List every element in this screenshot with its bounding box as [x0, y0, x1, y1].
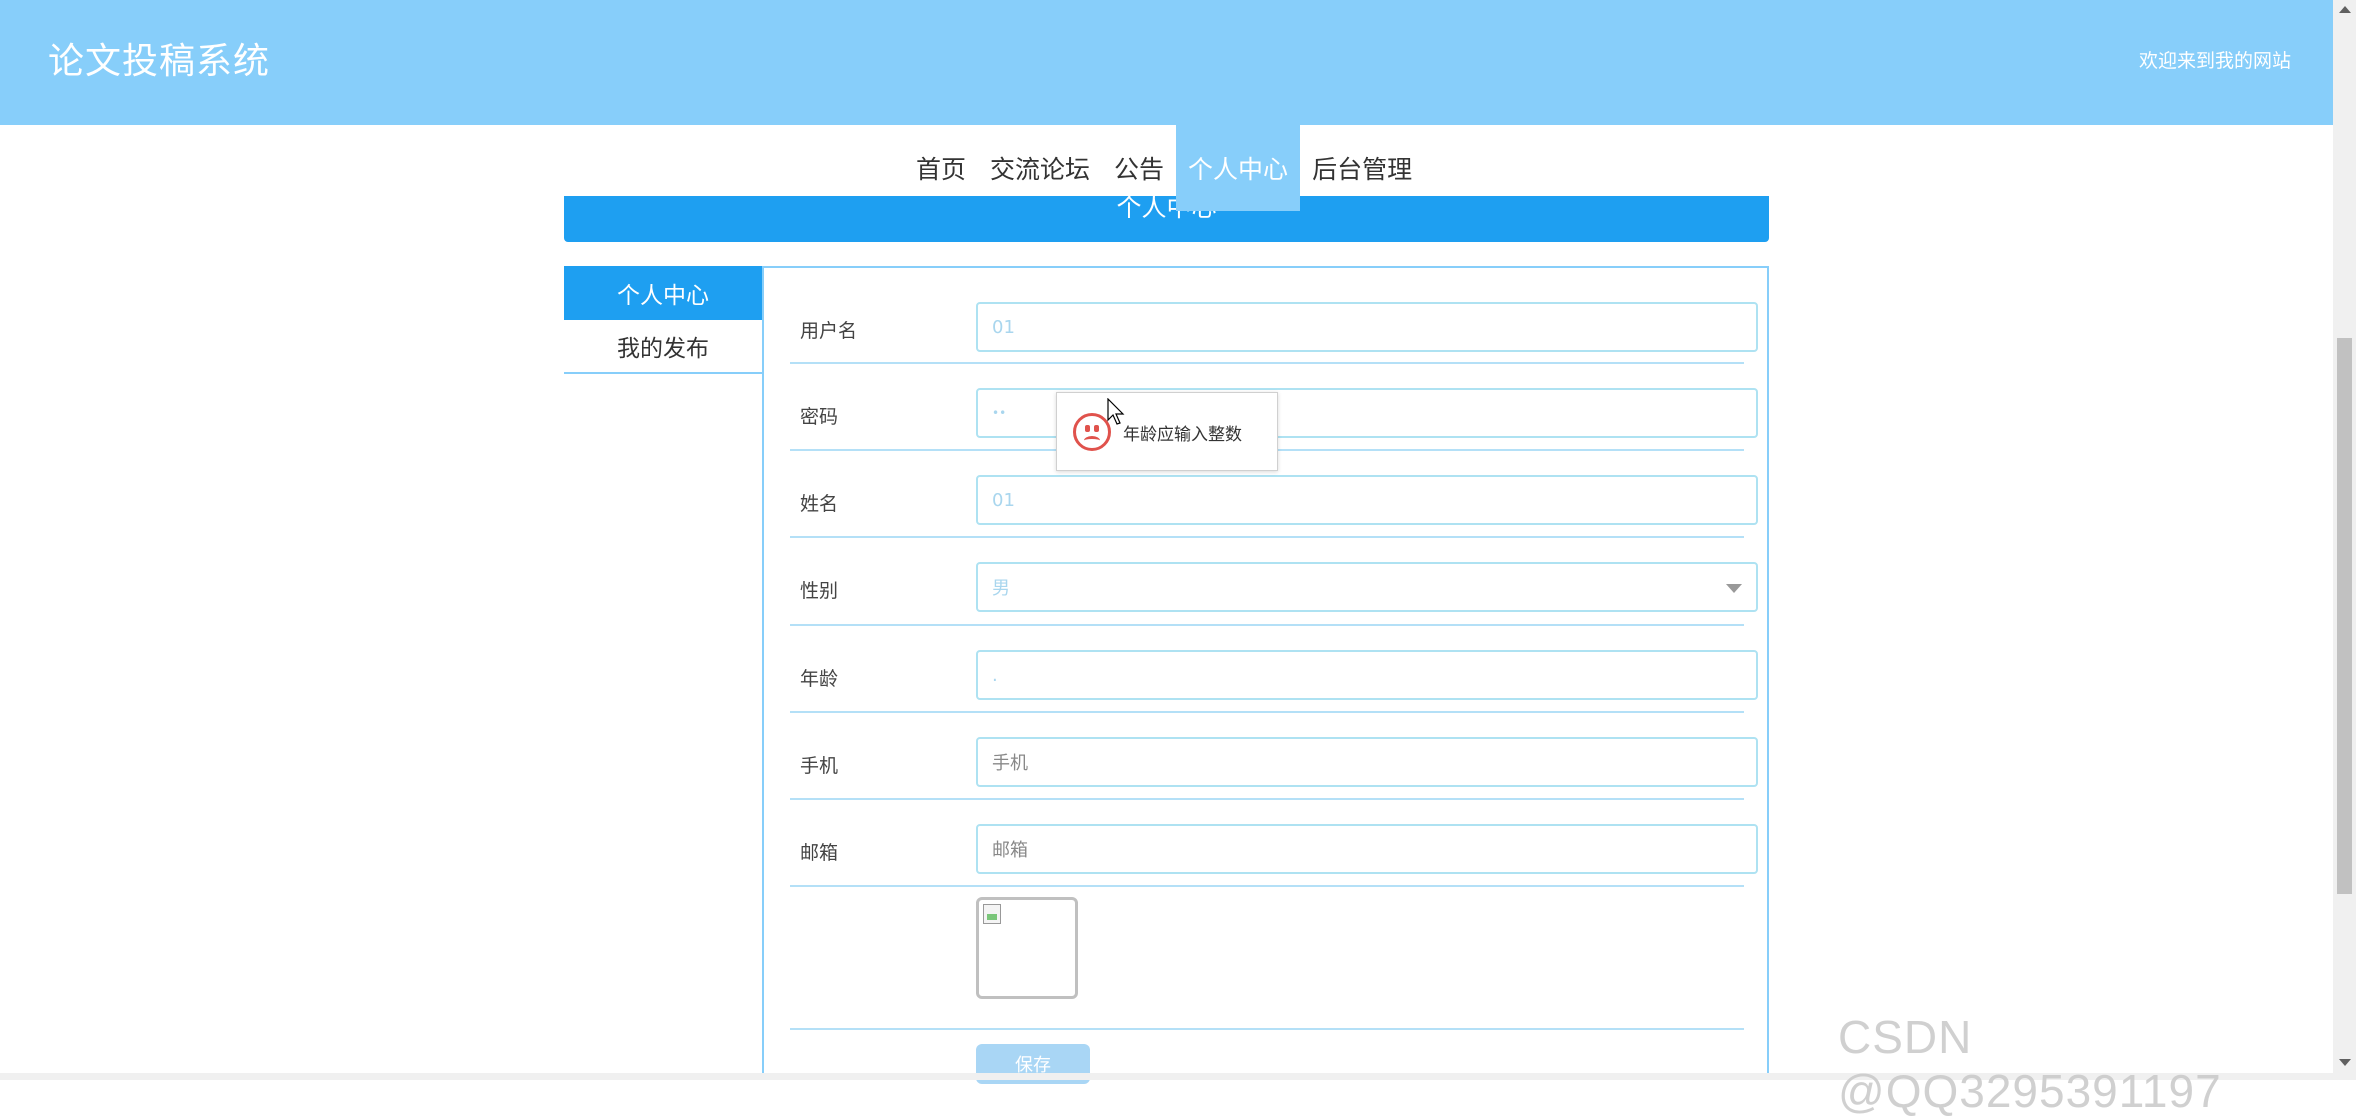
nav-item-home[interactable]: 首页: [904, 125, 978, 211]
age-input[interactable]: .: [976, 650, 1758, 700]
nav-item-notice[interactable]: 公告: [1102, 125, 1176, 211]
scroll-thumb[interactable]: [2337, 338, 2352, 894]
form-row-gender: 性别 男: [790, 538, 1758, 626]
form-row-email: 邮箱 邮箱: [790, 800, 1758, 887]
profile-form-panel: 用户名 01 密码 •• 姓名 01 性别 男 年龄 . 手机 手机 邮箱 邮箱…: [762, 266, 1769, 1084]
email-input[interactable]: 邮箱: [976, 824, 1758, 874]
form-row-age: 年龄 .: [790, 626, 1758, 713]
vertical-scrollbar[interactable]: [2333, 0, 2356, 1080]
toast-message: 年龄应输入整数: [1123, 425, 1242, 445]
watermark: CSDN @QQ3295391197: [1838, 1011, 2222, 1117]
name-label: 姓名: [800, 493, 839, 515]
scroll-up-icon[interactable]: [2339, 6, 2351, 13]
site-title: 论文投稿系统: [48, 41, 271, 82]
gender-select-value: 男: [992, 578, 1010, 599]
nav-item-personal-center[interactable]: 个人中心: [1176, 125, 1301, 211]
password-label: 密码: [800, 406, 839, 428]
age-label: 年龄: [800, 668, 839, 690]
avatar-upload[interactable]: [976, 897, 1078, 999]
form-row-username: 用户名 01: [790, 302, 1758, 364]
sidebar-item-personal-center[interactable]: 个人中心: [564, 266, 762, 320]
gender-label: 性别: [800, 580, 839, 602]
phone-label: 手机: [800, 755, 839, 777]
gender-select[interactable]: 男: [976, 562, 1758, 612]
sad-face-icon: [1073, 413, 1111, 451]
name-input[interactable]: 01: [976, 475, 1758, 525]
username-label: 用户名: [800, 320, 858, 342]
chevron-down-icon: [1726, 584, 1742, 593]
error-toast: 年龄应输入整数: [1056, 392, 1278, 471]
nav-items: 首页 交流论坛 公告 个人中心 后台管理: [904, 125, 1424, 211]
form-row-phone: 手机 手机: [790, 713, 1758, 800]
username-input[interactable]: 01: [976, 302, 1758, 352]
site-header: 论文投稿系统 欢迎来到我的网站: [0, 0, 2333, 125]
form-row-submit: 保存: [790, 1030, 1744, 1090]
sidebar-item-my-posts[interactable]: 我的发布: [564, 320, 762, 374]
broken-image-icon: [983, 904, 1001, 924]
main-nav: 首页 交流论坛 公告 个人中心 后台管理: [0, 125, 2333, 211]
email-label: 邮箱: [800, 842, 839, 864]
welcome-text: 欢迎来到我的网站: [2138, 50, 2291, 72]
mouse-cursor-icon: [1107, 398, 1125, 425]
nav-item-admin[interactable]: 后台管理: [1300, 125, 1424, 211]
form-row-avatar: [790, 887, 1744, 1030]
phone-input[interactable]: 手机: [976, 737, 1758, 787]
nav-item-forum[interactable]: 交流论坛: [978, 125, 1102, 211]
sidebar: 个人中心 我的发布: [564, 266, 762, 374]
